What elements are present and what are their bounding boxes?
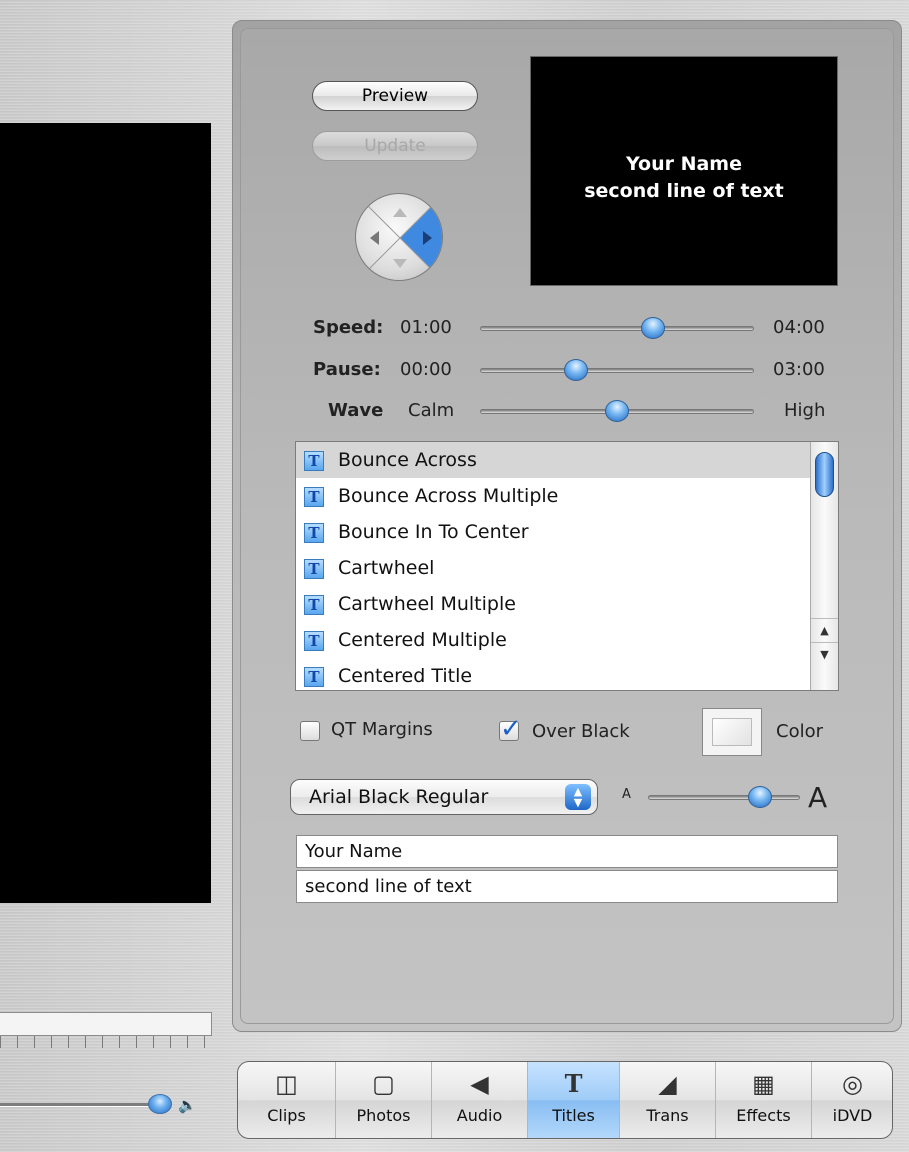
title-preview-screen: Your Name second line of text <box>530 56 838 286</box>
title-style-icon: T <box>304 667 324 687</box>
qt-margins-checkbox[interactable] <box>300 721 320 741</box>
volume-track[interactable] <box>0 1103 160 1107</box>
list-item[interactable]: T Bounce Across <box>296 442 838 478</box>
titles-icon: T <box>564 1069 583 1098</box>
list-item[interactable]: T Centered Title <box>296 658 838 690</box>
toolbar-audio-button[interactable]: ◀ Audio <box>432 1062 528 1138</box>
list-item-label: Centered Multiple <box>338 629 507 651</box>
title-style-icon: T <box>304 559 324 579</box>
font-select-value: Arial Black Regular <box>309 786 489 808</box>
color-swatch-button[interactable] <box>702 708 762 756</box>
title-style-icon: T <box>304 451 324 471</box>
scrollbar-thumb[interactable] <box>815 452 834 497</box>
font-size-small-label: A <box>622 787 631 802</box>
toolbar-idvd-button[interactable]: ◎ iDVD <box>812 1062 892 1138</box>
speed-track[interactable] <box>480 326 754 331</box>
wave-min: Calm <box>408 400 455 421</box>
list-item-label: Centered Title <box>338 665 473 687</box>
toolbar-label: Titles <box>552 1106 595 1125</box>
color-label: Color <box>776 721 823 742</box>
list-item-label: Cartwheel Multiple <box>338 593 516 615</box>
update-button[interactable]: Update <box>312 131 478 161</box>
color-swatch <box>712 718 752 746</box>
toolbar-label: Audio <box>456 1106 503 1125</box>
title-style-icon: T <box>304 631 324 651</box>
title-style-list[interactable]: T Bounce Across T Bounce Across Multiple T Bo… <box>295 441 839 691</box>
idvd-icon: ◎ <box>842 1070 863 1098</box>
title-style-icon: T <box>304 487 324 507</box>
preview-line2: second line of text <box>584 180 784 202</box>
preview-button[interactable]: Preview <box>312 81 478 111</box>
speed-min: 01:00 <box>400 317 452 338</box>
wave-slider-knob[interactable] <box>605 400 629 422</box>
select-arrows-icon: ▲ ▼ <box>565 784 591 810</box>
checkmark-icon: ✓ <box>500 714 522 744</box>
scroll-down-arrow-icon[interactable]: ▼ <box>811 642 838 667</box>
toolbar-trans-button[interactable]: ◢ Trans <box>620 1062 716 1138</box>
audio-icon: ◀ <box>470 1070 489 1098</box>
title-line2-field[interactable]: second line of text <box>296 870 838 903</box>
toolbar-label: Photos <box>356 1106 411 1125</box>
preview-line1: Your Name <box>626 153 742 175</box>
speed-label: Speed: <box>313 317 384 338</box>
pane-toolbar: ◫ Clips ▢ Photos ◀ Audio T Titles ◢ Trans ▦ Effects… <box>237 1061 893 1139</box>
over-black-checkbox[interactable]: ✓ <box>499 714 522 744</box>
list-scrollbar[interactable]: ▲ ▼ <box>810 442 838 690</box>
trans-icon: ◢ <box>658 1070 677 1098</box>
pause-track[interactable] <box>480 368 754 373</box>
video-viewer <box>0 123 211 903</box>
toolbar-label: Effects <box>736 1106 791 1125</box>
toolbar-titles-button[interactable]: T Titles <box>528 1062 620 1138</box>
pause-max: 03:00 <box>773 359 825 380</box>
title-style-icon: T <box>304 595 324 615</box>
toolbar-photos-button[interactable]: ▢ Photos <box>336 1062 432 1138</box>
wave-label: Wave <box>328 400 384 421</box>
list-item-label: Bounce In To Center <box>338 521 529 543</box>
scroll-up-arrow-icon[interactable]: ▲ <box>811 618 838 643</box>
qt-margins-label: QT Margins <box>331 719 433 740</box>
timeline-ticks <box>0 1036 212 1048</box>
speed-slider-knob[interactable] <box>640 317 665 339</box>
volume-knob[interactable] <box>148 1094 172 1114</box>
toolbar-effects-button[interactable]: ▦ Effects <box>716 1062 812 1138</box>
wave-max: High <box>784 400 826 421</box>
list-item[interactable]: T Cartwheel Multiple <box>296 586 838 622</box>
list-item[interactable]: T Bounce Across Multiple <box>296 478 838 514</box>
list-item[interactable]: T Cartwheel <box>296 550 838 586</box>
font-size-track[interactable] <box>648 795 800 800</box>
toolbar-label: Clips <box>267 1106 306 1125</box>
list-item[interactable]: T Bounce In To Center <box>296 514 838 550</box>
toolbar-label: Trans <box>646 1106 689 1125</box>
list-item-label: Bounce Across <box>338 449 477 471</box>
toolbar-label: iDVD <box>832 1106 873 1125</box>
pause-slider-knob[interactable] <box>563 359 588 381</box>
over-black-label: Over Black <box>532 721 630 742</box>
list-item-label: Bounce Across Multiple <box>338 485 559 507</box>
clips-icon: ◫ <box>275 1070 298 1098</box>
photos-icon: ▢ <box>372 1070 395 1098</box>
pause-label: Pause: <box>313 359 381 380</box>
effects-icon: ▦ <box>752 1070 775 1098</box>
title-style-icon: T <box>304 523 324 543</box>
font-select[interactable]: Arial Black Regular ▲ ▼ <box>290 779 598 815</box>
title-line1-field[interactable]: Your Name <box>296 835 838 868</box>
direction-arrows-icon <box>367 205 442 271</box>
pause-min: 00:00 <box>400 359 452 380</box>
font-size-large-label: A <box>808 781 828 814</box>
scrubber-bar[interactable] <box>0 1012 212 1036</box>
list-item-label: Cartwheel <box>338 557 435 579</box>
speaker-icon: 🔈 <box>178 1096 197 1114</box>
direction-pad[interactable] <box>355 193 443 281</box>
toolbar-clips-button[interactable]: ◫ Clips <box>238 1062 336 1138</box>
speed-max: 04:00 <box>773 317 825 338</box>
list-item[interactable]: T Centered Multiple <box>296 622 838 658</box>
